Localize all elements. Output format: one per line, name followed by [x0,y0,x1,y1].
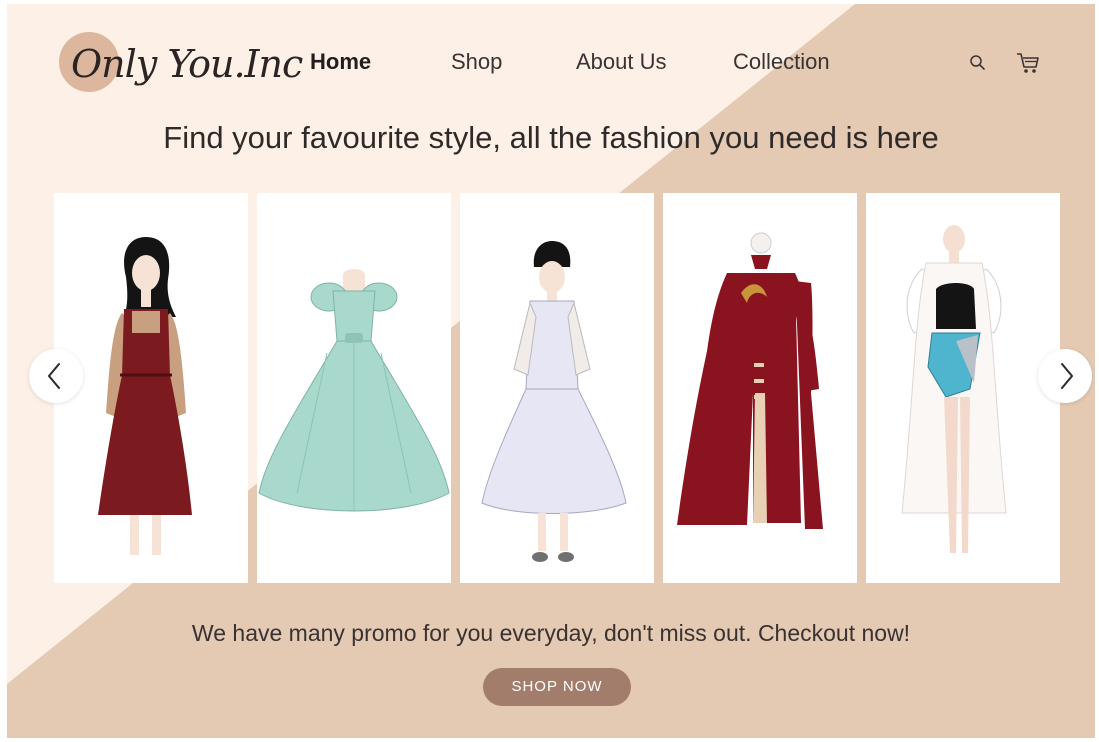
dress-illustration-2 [258,269,450,512]
search-icon[interactable] [969,54,987,77]
product-card-3[interactable] [460,193,654,583]
product-card-1[interactable] [54,193,248,583]
chevron-left-icon [48,363,60,389]
nav-collection[interactable]: Collection [733,49,830,75]
dress-illustration-4 [677,232,823,529]
carousel-next-button[interactable] [1038,349,1092,403]
nav-shop[interactable]: Shop [451,49,502,75]
product-card-2[interactable] [257,193,451,583]
hero-headline: Find your favourite style, all the fashi… [163,120,939,155]
nav-home[interactable]: Home [310,49,371,75]
nav-about-us[interactable]: About Us [576,49,667,75]
dress-illustration-3 [481,241,627,562]
dress-illustration-5 [901,225,1007,553]
product-card-5[interactable] [866,193,1060,583]
product-card-4[interactable] [663,193,857,583]
dress-illustration-1 [98,237,192,555]
page: Only You.Inc Home Shop About Us Collecti… [7,4,1095,738]
carousel-prev-button[interactable] [29,349,83,403]
promo-text: We have many promo for you everyday, don… [191,620,911,646]
shop-now-button[interactable]: SHOP NOW [483,668,631,706]
chevron-right-icon [1061,363,1073,389]
brand-logo[interactable]: Only You.Inc [59,26,303,106]
cart-icon[interactable] [1015,50,1041,81]
logo-text: Only You.Inc [71,42,303,86]
